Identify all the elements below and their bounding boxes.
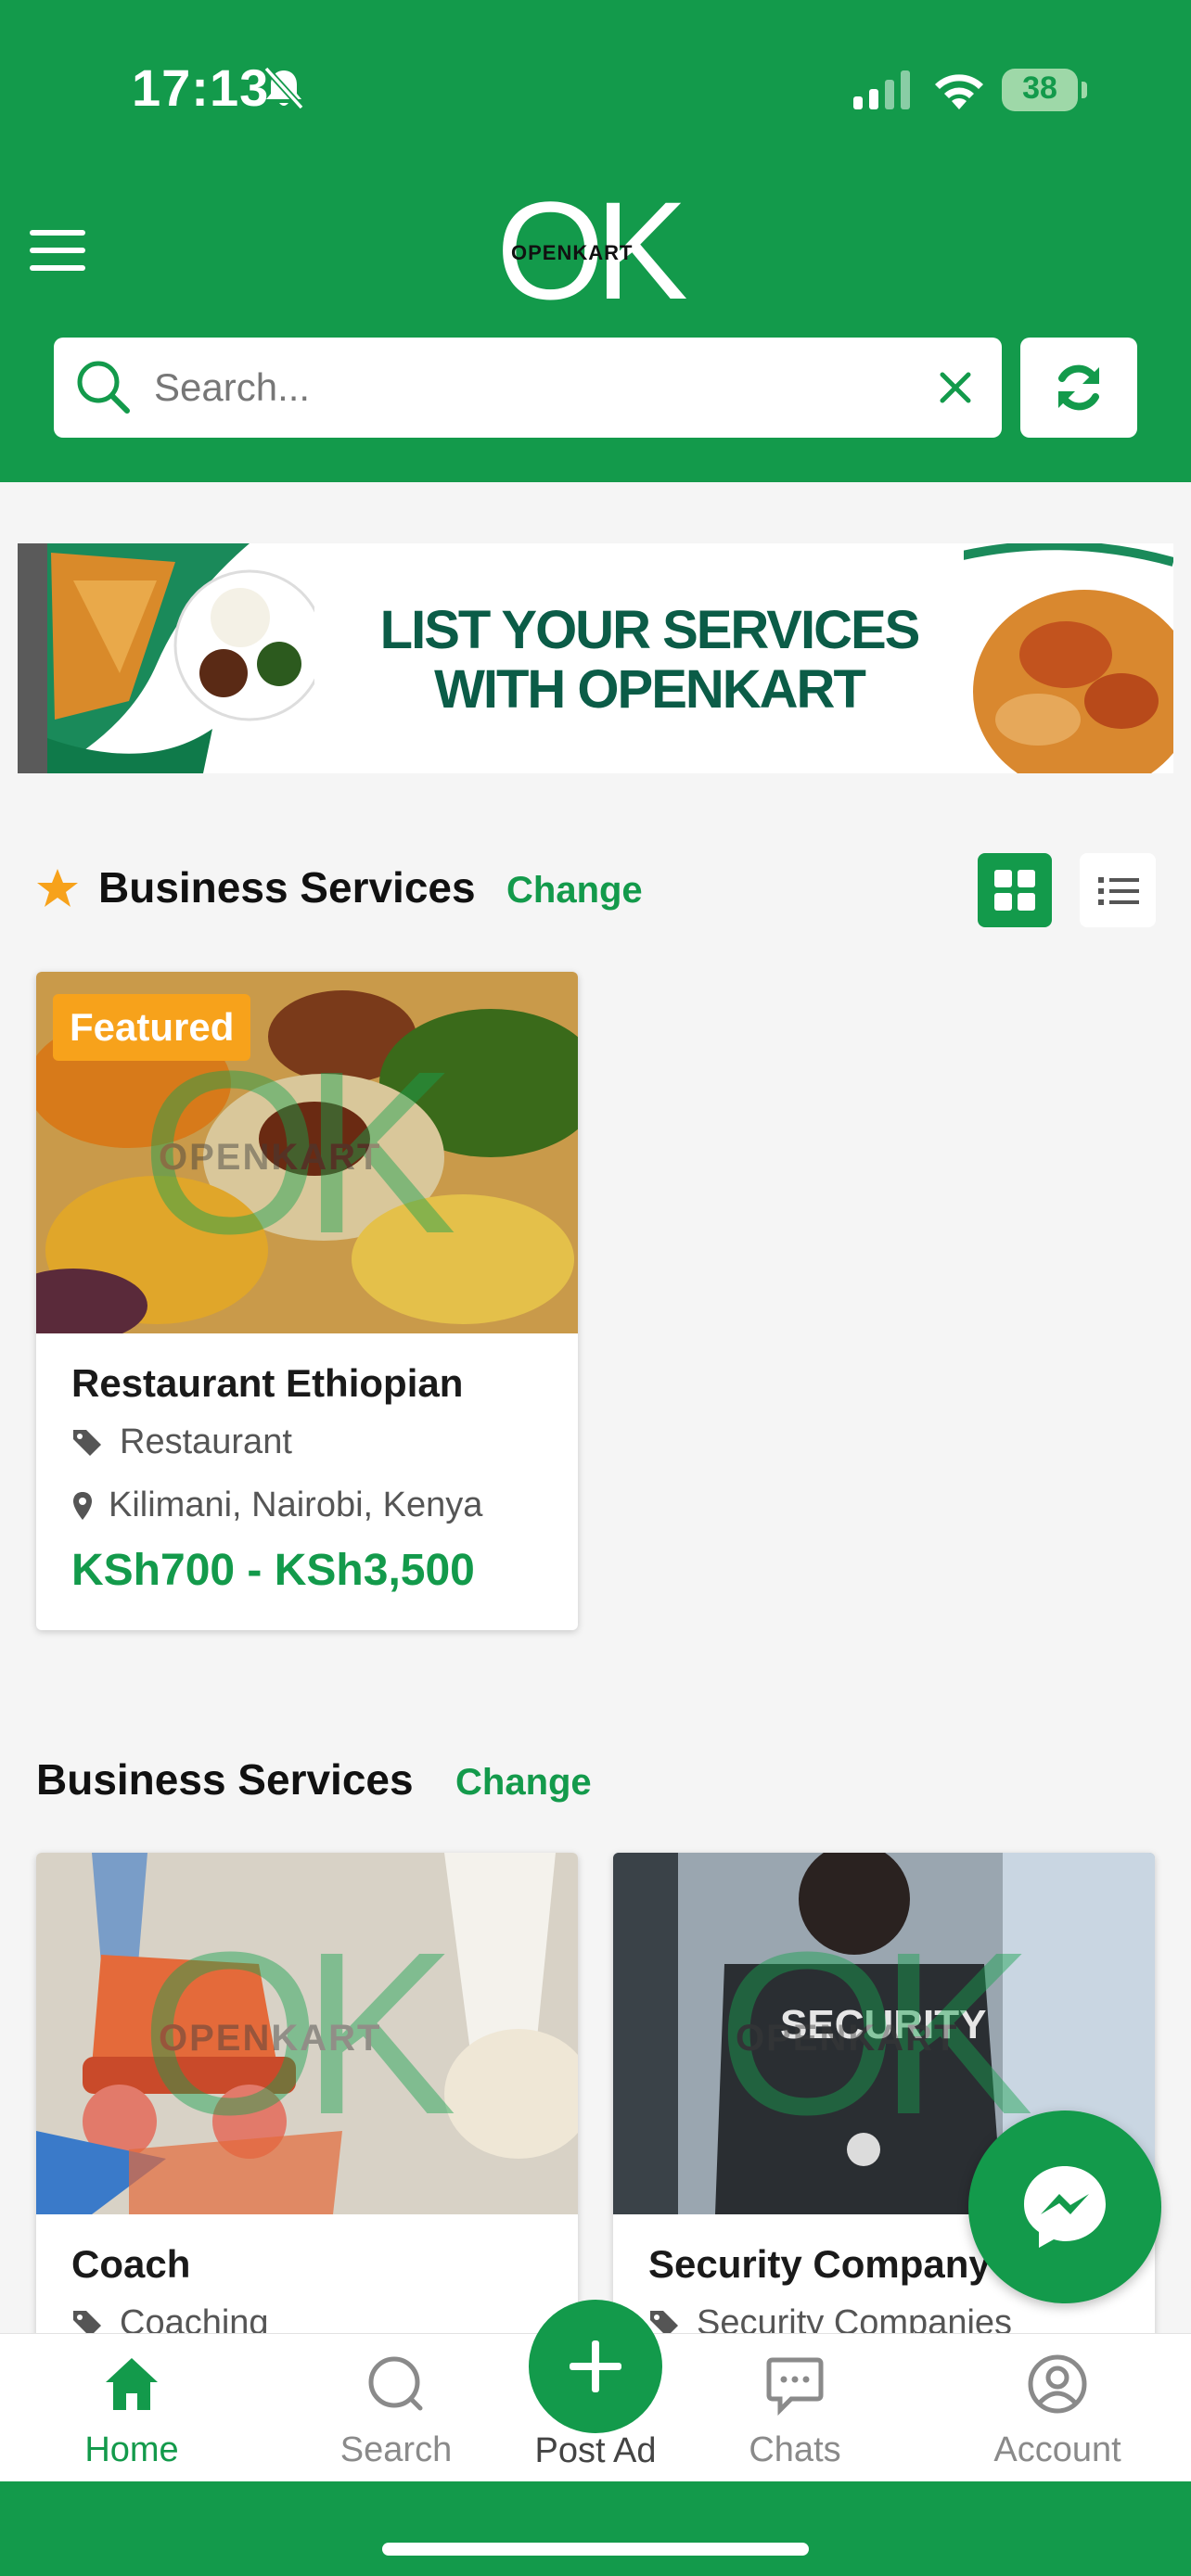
battery-cap (1082, 82, 1087, 98)
home-indicator[interactable] (382, 2543, 809, 2556)
grid-view-button[interactable] (978, 853, 1052, 927)
promo-banner[interactable]: LIST YOUR SERVICES WITH OPENKART (18, 543, 1173, 773)
listing-card-restaurant-ethiopian[interactable]: OK OPENKART Featured Restaurant Ethiopia… (36, 972, 578, 1630)
watermark-word: OPENKART (159, 1137, 382, 1178)
openkart-watermark: OK OPENKART (140, 1918, 474, 2149)
clear-search-icon[interactable] (933, 365, 978, 410)
user-icon (1028, 2354, 1087, 2414)
post-ad-label: Post Ad (534, 2431, 657, 2470)
listing-title: Security Company (648, 2242, 991, 2286)
watermark-word: OPENKART (159, 2018, 382, 2059)
logo-word: OPENKART (511, 241, 634, 264)
listing-image: OK OPENKART Featured (36, 972, 578, 1333)
chat-icon (766, 2357, 824, 2416)
search-icon (368, 2356, 423, 2411)
listing-price: KSh700 - KSh3,500 (71, 1546, 475, 1595)
search-box[interactable] (54, 338, 1002, 438)
refresh-button[interactable] (1020, 338, 1137, 438)
featured-change-link[interactable]: Change (506, 870, 643, 912)
tags-icon (73, 1429, 101, 1456)
nav-account[interactable]: Account (955, 2334, 1159, 2482)
banner-line-2: WITH OPENKART (434, 659, 866, 720)
star-icon (37, 869, 78, 907)
banner-food-image-right (964, 543, 1173, 773)
nav-search-label: Search (339, 2430, 453, 2469)
banner-line-1: LIST YOUR SERVICES (379, 600, 921, 660)
map-pin-icon (73, 1491, 92, 1520)
list-view-icon (1098, 877, 1139, 905)
listing-title: Coach (71, 2242, 191, 2286)
post-ad-button[interactable] (529, 2300, 662, 2433)
footer-bar (0, 2481, 1191, 2576)
listing-card-coach[interactable]: OK OPENKART Coach Coaching (36, 1853, 578, 2372)
battery-level: 38 (1022, 70, 1057, 106)
wifi-icon (935, 74, 983, 109)
messenger-chat-button[interactable] (968, 2111, 1161, 2303)
plus-icon (570, 2340, 621, 2392)
banner-text: LIST YOUR SERVICES WITH OPENKART (348, 601, 951, 720)
nav-chats[interactable]: Chats (693, 2334, 897, 2482)
battery-indicator: 38 (1002, 69, 1087, 111)
services-change-link[interactable]: Change (455, 1762, 592, 1804)
nav-search[interactable]: Search (294, 2334, 498, 2482)
nav-account-label: Account (993, 2430, 1121, 2469)
watermark-word: OPENKART (736, 2018, 959, 2059)
hamburger-menu-icon[interactable] (30, 230, 87, 271)
listing-location: Kilimani, Nairobi, Kenya (71, 1486, 482, 1525)
listing-title: Restaurant Ethiopian (71, 1361, 464, 1405)
openkart-logo: OK OPENKART (496, 181, 696, 320)
status-time: 17:13 (132, 58, 270, 117)
search-input[interactable] (154, 358, 915, 417)
openkart-watermark: OK OPENKART (717, 1918, 1051, 2149)
openkart-watermark: OK OPENKART (140, 1037, 474, 1269)
banner-food-image-left (18, 543, 314, 773)
bell-muted-icon (263, 66, 304, 110)
services-section-title: Business Services (36, 1755, 414, 1804)
signal-icon (853, 70, 910, 109)
app-header: 17:13 38 OK OPENKART (0, 0, 1191, 482)
nav-home[interactable]: Home (30, 2334, 234, 2482)
nav-chats-label: Chats (749, 2430, 841, 2469)
list-view-button[interactable] (1080, 853, 1156, 927)
listing-category: Restaurant (71, 1422, 292, 1462)
home-icon (106, 2358, 158, 2410)
nav-home-label: Home (84, 2430, 179, 2469)
listing-image: OK OPENKART (36, 1853, 578, 2214)
messenger-icon (1024, 2166, 1106, 2248)
grid-view-icon (994, 870, 1035, 911)
listing-category-label: Restaurant (120, 1422, 292, 1461)
featured-section-title: Business Services (98, 863, 476, 912)
search-icon (77, 361, 130, 414)
listing-location-label: Kilimani, Nairobi, Kenya (109, 1486, 483, 1524)
featured-badge: Featured (53, 994, 251, 1061)
refresh-icon (1058, 364, 1099, 411)
